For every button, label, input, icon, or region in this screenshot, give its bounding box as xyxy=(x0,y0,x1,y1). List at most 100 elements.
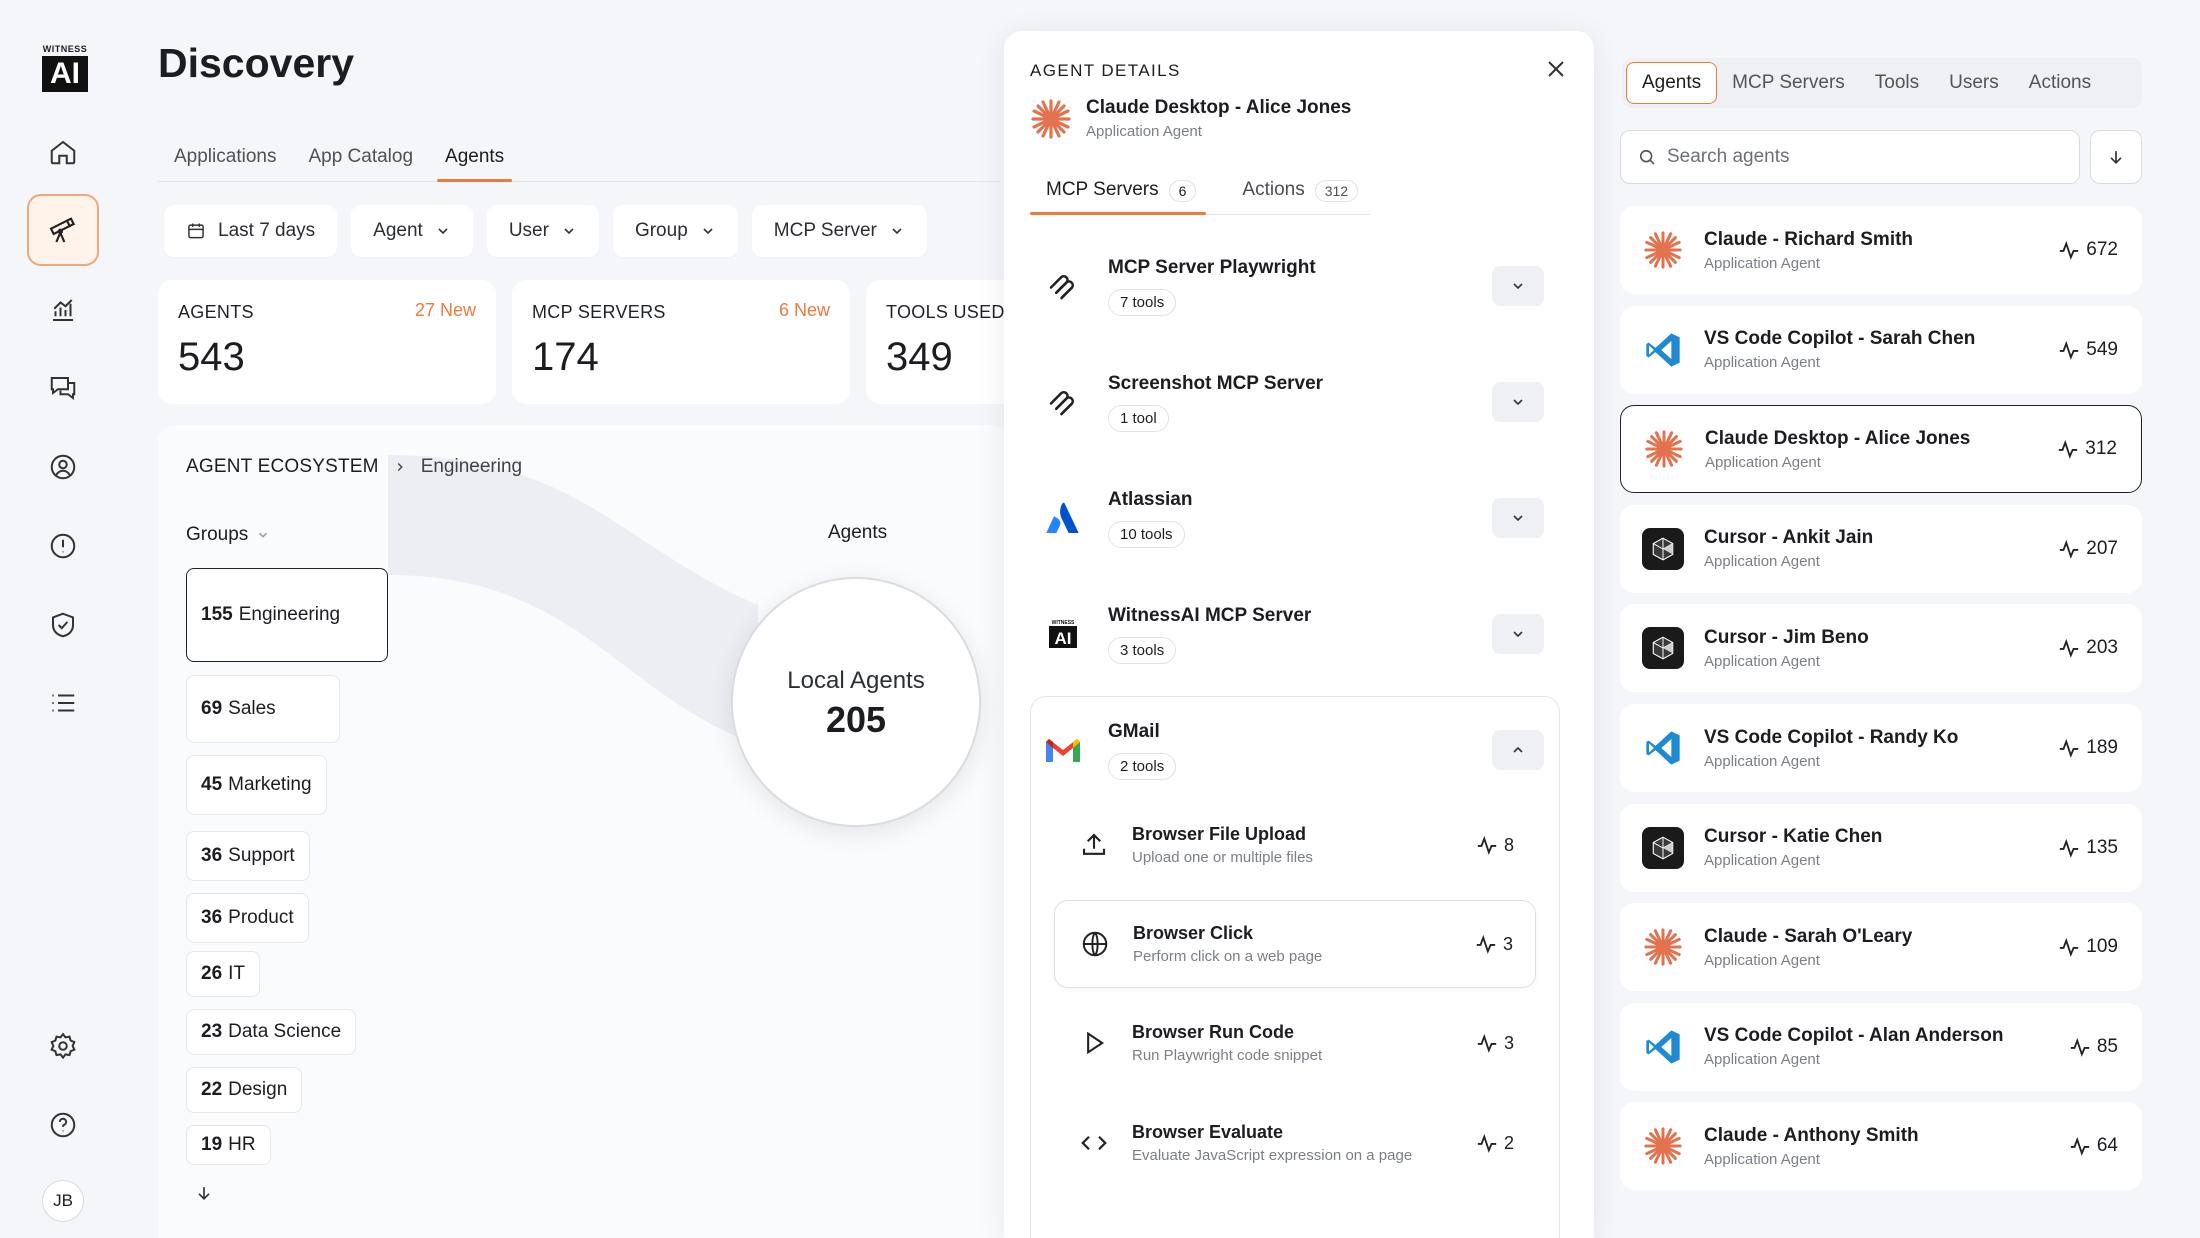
server-row[interactable]: Screenshot MCP Server 1 tool xyxy=(1030,350,1566,454)
breadcrumb: AGENT ECOSYSTEM Engineering xyxy=(186,456,522,478)
server-row[interactable]: Atlassian 10 tools xyxy=(1030,466,1566,570)
agent-row[interactable]: VS Code Copilot - Randy Ko Application Ag… xyxy=(1620,704,2142,792)
tab-applications[interactable]: Applications xyxy=(158,140,292,181)
tab-tools-list[interactable]: Tools xyxy=(1860,62,1934,104)
activity-icon xyxy=(1475,933,1497,955)
server-row[interactable]: MCP Server Playwright 7 tools xyxy=(1030,234,1566,338)
mcp-server-filter[interactable]: MCP Server xyxy=(751,205,927,257)
settings-nav[interactable] xyxy=(27,1010,99,1082)
user-avatar[interactable]: JB xyxy=(42,1180,84,1222)
agent-filter[interactable]: Agent xyxy=(351,205,473,257)
new-badge: 27 New xyxy=(414,300,476,320)
expand-button[interactable] xyxy=(1492,498,1544,538)
stat-agents[interactable]: AGENTS 27 New 543 xyxy=(158,280,496,404)
new-badge: 6 New xyxy=(778,300,830,320)
tool-row[interactable]: Browser Run Code Run Playwright code snip… xyxy=(1054,999,1536,1087)
activity-icon xyxy=(2058,837,2080,859)
svg-text:AI: AI xyxy=(1055,629,1072,648)
user-filter[interactable]: User xyxy=(486,205,599,257)
action-count: 135 xyxy=(2086,836,2118,858)
agent-row[interactable]: Cursor - Katie Chen Application Agent 135 xyxy=(1620,803,2142,892)
group-marketing[interactable]: 45 Marketing xyxy=(186,755,327,815)
expand-button[interactable] xyxy=(1492,382,1544,422)
agent-name: Cursor - Katie Chen xyxy=(1704,826,1883,848)
group-data-science[interactable]: 23 Data Science xyxy=(186,1009,357,1055)
agent-row[interactable]: Cursor - Ankit Jain Application Agent 207 xyxy=(1620,504,2142,593)
group-engineering[interactable]: 155 Engineering xyxy=(186,568,388,662)
agent-row[interactable]: VS Code Copilot - Alan Anderson Applicati… xyxy=(1620,1002,2142,1091)
conversations-nav[interactable] xyxy=(27,352,99,424)
breadcrumb-current: Engineering xyxy=(420,456,523,477)
help-nav[interactable] xyxy=(27,1089,99,1161)
tab-actions[interactable]: Actions 312 xyxy=(1226,173,1368,214)
tab-users-list[interactable]: Users xyxy=(1934,62,2014,104)
users-nav[interactable] xyxy=(27,431,99,503)
policies-nav[interactable] xyxy=(27,589,99,661)
agent-row[interactable]: Cursor - Jim Beno Application Agent 203 xyxy=(1620,604,2142,693)
witnessai-logo[interactable]: WITNESS AI xyxy=(42,44,88,92)
tool-count: 2 tools xyxy=(1108,752,1177,780)
stat-mcp-servers[interactable]: MCP SERVERS 6 New 174 xyxy=(512,280,850,404)
count-badge: 312 xyxy=(1314,180,1359,202)
selected-agent: Claude Desktop - Alice Jones Application… xyxy=(1030,97,1351,140)
agent-type: Application Agent xyxy=(1704,1150,1820,1168)
agent-search xyxy=(1620,130,2080,184)
tool-row[interactable]: Browser Evaluate Evaluate JavaScript expr… xyxy=(1054,1099,1536,1187)
server-row[interactable]: WITNESS AI WitnessAI MCP Server 3 tools xyxy=(1030,582,1566,686)
home-nav[interactable] xyxy=(27,116,99,188)
tool-row-selected[interactable]: Browser Click Perform click on a web page… xyxy=(1054,900,1536,988)
group-it[interactable]: 26 IT xyxy=(186,951,261,997)
user-circle-icon xyxy=(48,452,78,482)
agent-ecosystem: AGENT ECOSYSTEM Engineering Groups Agent… xyxy=(158,425,1008,1238)
expand-button[interactable] xyxy=(1492,614,1544,654)
close-button[interactable] xyxy=(1544,57,1568,81)
agent-type: Application Agent xyxy=(1704,652,1820,670)
close-icon xyxy=(1544,57,1568,81)
chevron-right-icon xyxy=(393,460,407,474)
tab-app-catalog[interactable]: App Catalog xyxy=(292,140,429,181)
tab-mcp-servers-list[interactable]: MCP Servers xyxy=(1717,62,1860,104)
entity-tabs: Agents MCP Servers Tools Users Actions xyxy=(1622,58,2142,108)
tab-actions-list[interactable]: Actions xyxy=(2014,62,2106,104)
page-title: Discovery xyxy=(158,40,355,86)
action-count: 85 xyxy=(2096,1035,2118,1057)
alerts-nav[interactable] xyxy=(27,510,99,582)
analytics-nav[interactable] xyxy=(27,274,99,346)
group-support[interactable]: 36 Support xyxy=(186,831,310,881)
agent-type: Application Agent xyxy=(1704,1051,1820,1069)
date-range-filter[interactable]: Last 7 days xyxy=(164,205,338,257)
agent-row[interactable]: VS Code Copilot - Sarah Chen Application … xyxy=(1620,305,2142,394)
show-more-groups[interactable] xyxy=(194,1183,214,1203)
collapse-button[interactable] xyxy=(1492,730,1544,770)
group-sales[interactable]: 69 Sales xyxy=(186,675,340,743)
expand-button[interactable] xyxy=(1492,266,1544,306)
gear-icon xyxy=(48,1031,78,1061)
activity-icon xyxy=(2057,438,2079,460)
agent-row-selected[interactable]: Claude Desktop - Alice Jones Application … xyxy=(1620,405,2142,494)
group-design[interactable]: 22 Design xyxy=(186,1067,303,1113)
breadcrumb-root[interactable]: AGENT ECOSYSTEM xyxy=(186,456,379,478)
search-input[interactable] xyxy=(1667,146,2067,168)
action-count: 109 xyxy=(2086,936,2118,958)
agent-type: Application Agent xyxy=(1704,852,1820,870)
home-icon xyxy=(48,137,78,167)
download-button[interactable] xyxy=(2090,130,2142,184)
group-hr[interactable]: 19 HR xyxy=(186,1125,271,1165)
tool-row[interactable]: Browser File Upload Upload one or multipl… xyxy=(1054,801,1536,889)
discovery-nav[interactable] xyxy=(27,194,99,266)
group-product[interactable]: 36 Product xyxy=(186,893,309,943)
arrow-down-icon xyxy=(2106,147,2126,167)
list-nav[interactable] xyxy=(27,667,99,739)
groups-dropdown[interactable]: Groups xyxy=(186,524,270,546)
tab-agents-list[interactable]: Agents xyxy=(1626,62,1718,104)
server-row-gmail[interactable]: GMail 2 tools xyxy=(1030,698,1566,802)
agent-row[interactable]: Claude - Anthony Smith Application Agent 6… xyxy=(1620,1102,2142,1191)
agent-row[interactable]: Claude - Sarah O'Leary Application Agent 1… xyxy=(1620,903,2142,992)
tab-agents[interactable]: Agents xyxy=(429,140,520,182)
local-agents-bubble[interactable]: Local Agents 205 xyxy=(731,577,981,827)
agents-column-label: Agents xyxy=(828,522,888,543)
group-filter[interactable]: Group xyxy=(612,205,738,257)
agent-row[interactable]: Claude - Richard Smith Application Agent 6… xyxy=(1620,206,2142,294)
tab-mcp-servers[interactable]: MCP Servers 6 xyxy=(1030,173,1207,215)
chevron-down-icon xyxy=(700,223,716,239)
